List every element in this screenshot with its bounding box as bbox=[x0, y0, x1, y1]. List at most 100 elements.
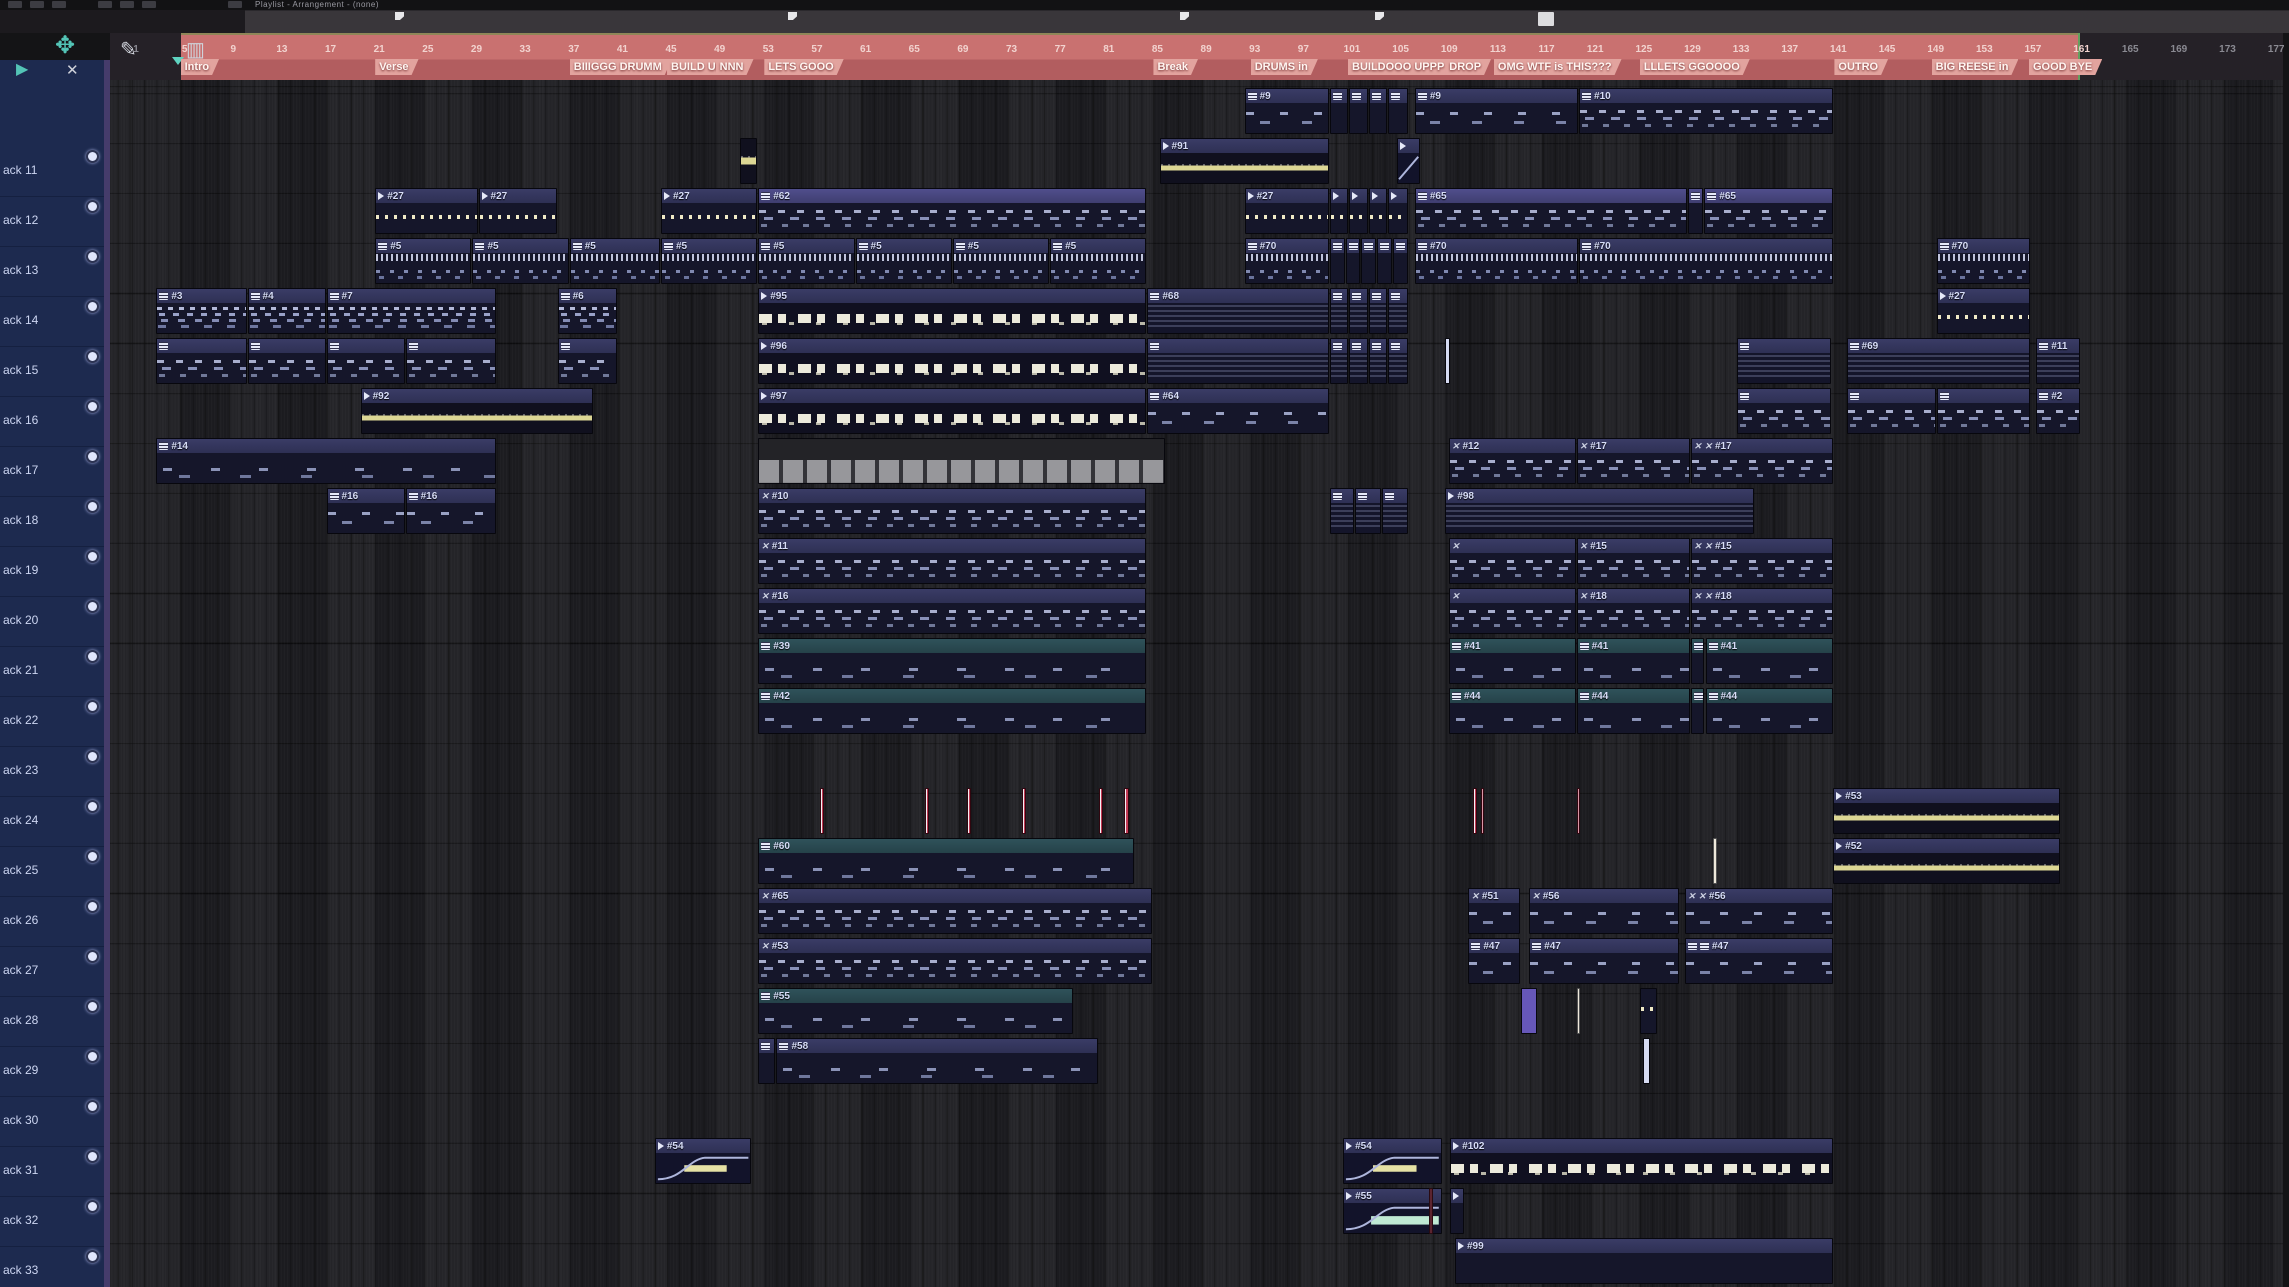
clip[interactable] bbox=[1147, 338, 1328, 384]
mute-dot-button[interactable] bbox=[86, 550, 99, 563]
clip[interactable] bbox=[1369, 338, 1387, 384]
clip[interactable]: #47 bbox=[1685, 938, 1834, 984]
clip[interactable]: #3 bbox=[156, 288, 246, 334]
clip[interactable] bbox=[1640, 988, 1657, 1034]
clip[interactable]: ✕ bbox=[1449, 538, 1576, 584]
clip[interactable] bbox=[1330, 238, 1345, 284]
clip[interactable] bbox=[1361, 238, 1376, 284]
mute-dot-button[interactable] bbox=[86, 950, 99, 963]
clip[interactable] bbox=[1713, 838, 1717, 884]
clip[interactable]: #27 bbox=[1245, 188, 1329, 234]
clip[interactable] bbox=[1369, 288, 1387, 334]
clip[interactable]: #69 bbox=[1847, 338, 2031, 384]
mute-dot-button[interactable] bbox=[86, 300, 99, 313]
clip[interactable]: #9 bbox=[1245, 88, 1329, 134]
clip[interactable] bbox=[1346, 238, 1361, 284]
titlebar-icon[interactable] bbox=[228, 1, 242, 8]
titlebar-icon[interactable] bbox=[52, 1, 66, 8]
clip[interactable]: #92 bbox=[361, 388, 593, 434]
track-header[interactable]: ack 30 bbox=[0, 1097, 104, 1147]
clip[interactable]: #64 bbox=[1147, 388, 1328, 434]
track-header[interactable]: ack 15 bbox=[0, 347, 104, 397]
clip[interactable] bbox=[1330, 88, 1348, 134]
clip[interactable] bbox=[1349, 88, 1367, 134]
clip[interactable]: #47 bbox=[1468, 938, 1519, 984]
clip[interactable]: #5 bbox=[856, 238, 952, 284]
clip[interactable] bbox=[1577, 988, 1581, 1034]
clip[interactable]: #6 bbox=[558, 288, 618, 334]
clip[interactable]: #70 bbox=[1579, 238, 1833, 284]
clip[interactable] bbox=[406, 338, 496, 384]
clip[interactable] bbox=[1450, 1188, 1464, 1234]
clip[interactable] bbox=[1847, 388, 1936, 434]
clip[interactable]: ✕#56 bbox=[1529, 888, 1679, 934]
timeline-marker[interactable]: DROP bbox=[1445, 59, 1491, 75]
clip[interactable]: #27 bbox=[661, 188, 757, 234]
mute-dot-button[interactable] bbox=[86, 450, 99, 463]
clip[interactable] bbox=[248, 338, 326, 384]
clip[interactable]: #5 bbox=[375, 238, 471, 284]
clip[interactable] bbox=[1388, 338, 1408, 384]
track-header[interactable]: ack 16 bbox=[0, 397, 104, 447]
track-header[interactable]: ack 13 bbox=[0, 247, 104, 297]
track-header[interactable]: ack 14 bbox=[0, 297, 104, 347]
timeline-marker[interactable]: BIIIGGG DRUMM bbox=[570, 59, 672, 75]
clip[interactable] bbox=[820, 788, 824, 834]
clip[interactable]: ✕#17 bbox=[1577, 438, 1690, 484]
track-header[interactable]: ack 28 bbox=[0, 997, 104, 1047]
track-header[interactable]: ack 18 bbox=[0, 497, 104, 547]
clip[interactable]: #98 bbox=[1445, 488, 1754, 534]
clip[interactable]: #44 bbox=[1577, 688, 1690, 734]
clip[interactable]: #54 bbox=[1343, 1138, 1442, 1184]
clip[interactable]: #60 bbox=[758, 838, 1134, 884]
clip[interactable]: ✕#51 bbox=[1468, 888, 1519, 934]
clip[interactable]: #5 bbox=[758, 238, 854, 284]
clip[interactable]: #97 bbox=[758, 388, 1146, 434]
clip[interactable] bbox=[1330, 288, 1348, 334]
paint-tool-icon[interactable]: ▥ bbox=[186, 40, 205, 60]
track-header[interactable]: ack 19 bbox=[0, 547, 104, 597]
mute-dot-button[interactable] bbox=[86, 850, 99, 863]
mute-dot-button[interactable] bbox=[86, 600, 99, 613]
clip[interactable] bbox=[925, 788, 929, 834]
overview-thumb[interactable] bbox=[1538, 12, 1554, 26]
clip[interactable]: #14 bbox=[156, 438, 495, 484]
clip[interactable] bbox=[1521, 988, 1537, 1034]
playback-tool-icon[interactable]: ▶ bbox=[16, 60, 28, 80]
right-scrollbar[interactable] bbox=[2283, 33, 2289, 1287]
mute-dot-button[interactable] bbox=[86, 1250, 99, 1263]
clip[interactable]: #44 bbox=[1449, 688, 1576, 734]
mute-dot-button[interactable] bbox=[86, 900, 99, 913]
timeline-marker[interactable]: BUILDOOO UPPP bbox=[1348, 59, 1454, 75]
clip[interactable]: #5 bbox=[472, 238, 568, 284]
mute-dot-button[interactable] bbox=[86, 750, 99, 763]
clip[interactable]: #41 bbox=[1706, 638, 1834, 684]
clip[interactable] bbox=[740, 138, 757, 184]
clip[interactable]: #39 bbox=[758, 638, 1146, 684]
track-header[interactable]: ack 29 bbox=[0, 1047, 104, 1097]
clip[interactable] bbox=[1382, 488, 1408, 534]
timeline-marker[interactable]: OMG WTF is THIS??? bbox=[1494, 59, 1622, 75]
clip[interactable] bbox=[1937, 388, 2031, 434]
mute-dot-button[interactable] bbox=[86, 650, 99, 663]
clip[interactable] bbox=[1369, 188, 1387, 234]
track-header[interactable]: ack 21 bbox=[0, 647, 104, 697]
clip[interactable] bbox=[327, 338, 405, 384]
timeline-marker[interactable]: LLLETS GGOOOO bbox=[1640, 59, 1750, 75]
clip[interactable] bbox=[1349, 338, 1367, 384]
clip[interactable]: ✕ bbox=[1449, 588, 1576, 634]
clip[interactable] bbox=[1330, 338, 1348, 384]
clip[interactable] bbox=[1397, 138, 1420, 184]
clip[interactable] bbox=[1393, 238, 1408, 284]
clip[interactable]: #9 bbox=[1415, 88, 1578, 134]
clip[interactable]: #65 bbox=[1415, 188, 1688, 234]
clip[interactable]: #5 bbox=[1050, 238, 1146, 284]
titlebar-icon[interactable] bbox=[8, 1, 22, 8]
mute-dot-button[interactable] bbox=[86, 250, 99, 263]
track-header[interactable]: ack 26 bbox=[0, 897, 104, 947]
mute-dot-button[interactable] bbox=[86, 400, 99, 413]
clip[interactable]: #53 bbox=[1833, 788, 2059, 834]
clip[interactable]: #27 bbox=[479, 188, 557, 234]
track-header[interactable]: ack 31 bbox=[0, 1147, 104, 1197]
clip[interactable] bbox=[1330, 188, 1348, 234]
